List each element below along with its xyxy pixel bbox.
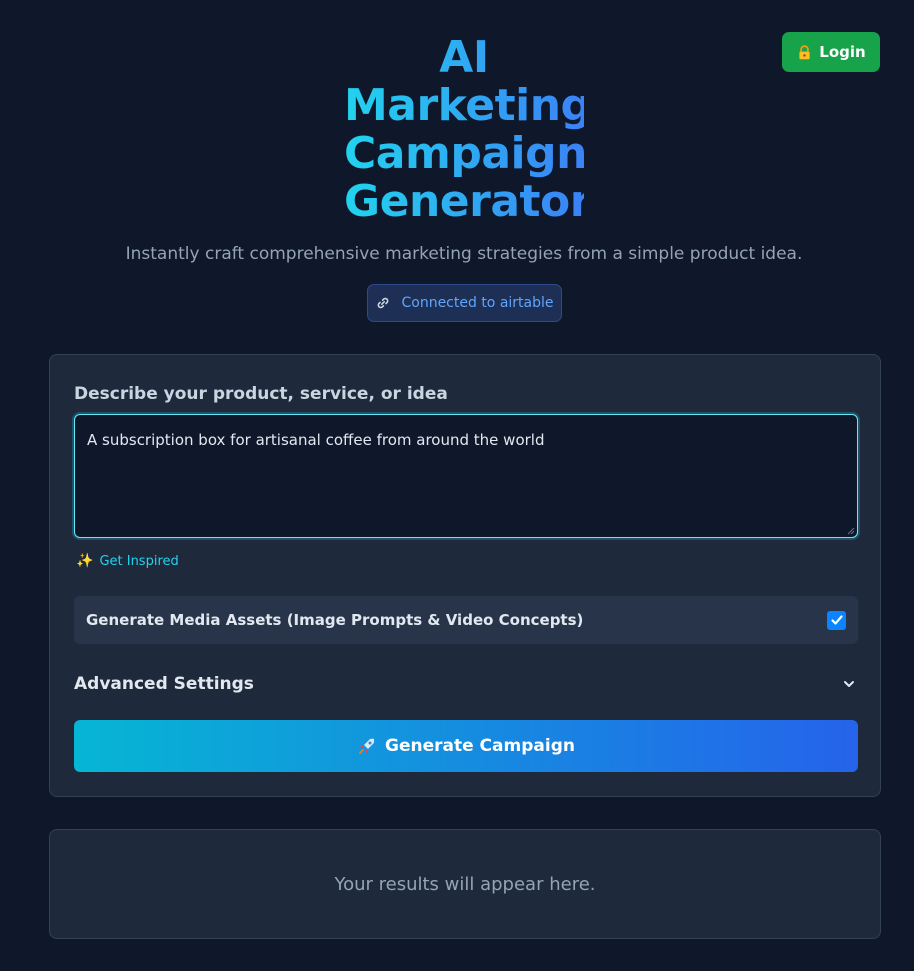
generate-campaign-button[interactable]: Generate Campaign	[74, 720, 858, 772]
link-icon	[378, 297, 389, 309]
campaign-form-card: Describe your product, service, or idea …	[49, 354, 881, 797]
resize-grip-icon[interactable]	[847, 527, 855, 535]
generate-campaign-label: Generate Campaign	[385, 736, 575, 756]
chevron-down-icon	[844, 681, 854, 687]
idea-textarea-value: A subscription box for artisanal coffee …	[87, 431, 545, 449]
sparkles-icon: ✨	[76, 553, 94, 569]
page-title: AI Marketing Campaign Generator	[0, 34, 914, 226]
idea-field-label: Describe your product, service, or idea	[74, 384, 448, 404]
title-line: Generator	[344, 176, 591, 227]
rocket-icon	[359, 738, 375, 754]
results-placeholder: Your results will appear here.	[334, 873, 596, 895]
connection-status-badge: Connected to airtable	[367, 284, 562, 322]
get-inspired-link[interactable]: ✨ Get Inspired	[76, 553, 179, 569]
results-panel: Your results will appear here.	[49, 829, 881, 939]
idea-textarea[interactable]: A subscription box for artisanal coffee …	[74, 414, 858, 538]
page: Login AI Marketing Campaign Generator In…	[0, 0, 914, 971]
media-assets-label: Generate Media Assets (Image Prompts & V…	[86, 611, 584, 629]
title-line: Campaign	[344, 128, 587, 179]
get-inspired-label: Get Inspired	[99, 553, 179, 569]
media-assets-toggle-row[interactable]: Generate Media Assets (Image Prompts & V…	[74, 596, 858, 644]
title-line: AI	[344, 34, 584, 82]
page-subtitle: Instantly craft comprehensive marketing …	[125, 244, 803, 264]
advanced-settings-toggle[interactable]: Advanced Settings	[74, 671, 858, 697]
connection-status-text: Connected to airtable	[401, 295, 554, 311]
title-line: Marketing	[344, 80, 592, 131]
checkmark-icon	[830, 615, 843, 625]
advanced-settings-label: Advanced Settings	[74, 674, 254, 694]
media-assets-checkbox[interactable]	[827, 610, 846, 630]
